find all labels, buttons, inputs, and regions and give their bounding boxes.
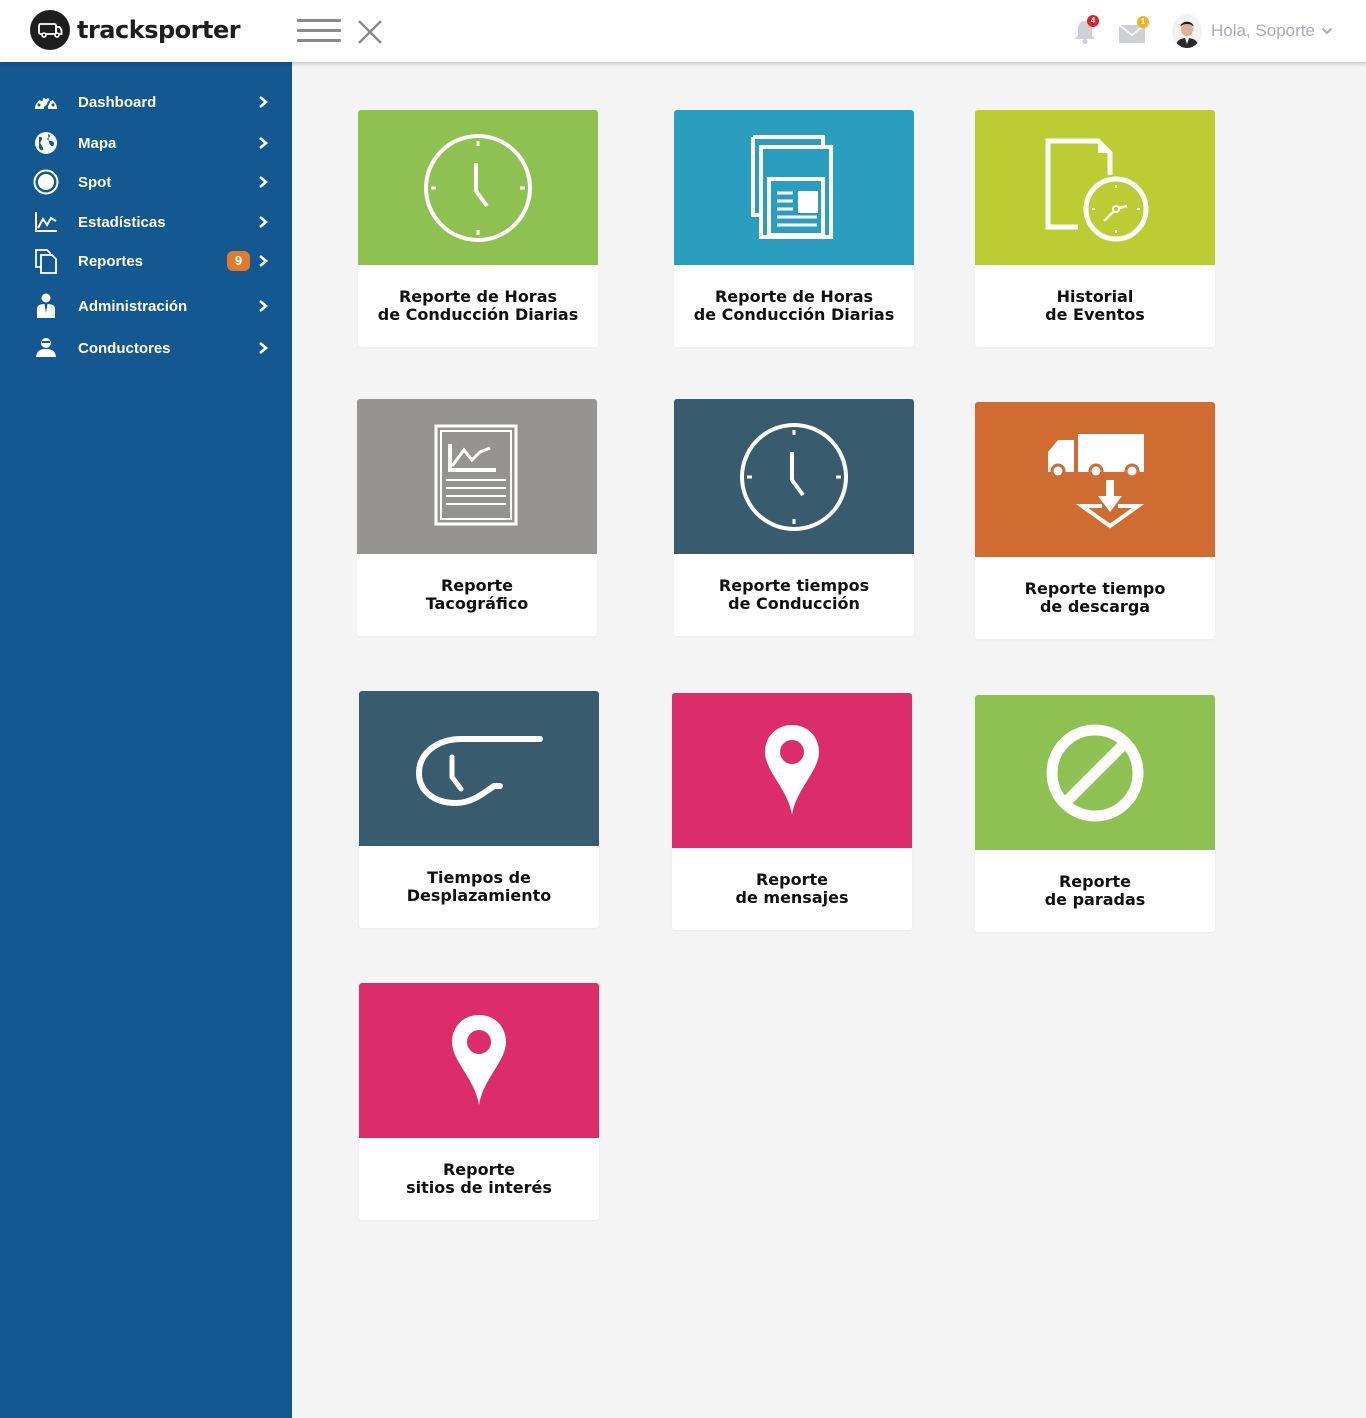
- chevron-right-icon: [259, 216, 269, 228]
- card-reporte-horas-conduccion-diarias[interactable]: Reporte de Horas de Conducción Diarias: [358, 110, 598, 347]
- sidebar-item-label: Administración: [78, 297, 188, 315]
- chevron-right-icon: [259, 300, 269, 312]
- card-title: Reporte de Horas de Conducción Diarias: [377, 287, 579, 324]
- card-title: Reporte sitios de interés: [406, 1160, 552, 1197]
- card-title: Reporte de paradas: [1044, 872, 1146, 909]
- report-chart-icon: [434, 424, 518, 525]
- no-entry-icon: [1046, 724, 1144, 821]
- user-avatar: [1172, 14, 1202, 48]
- sidebar-item-label: Spot: [78, 173, 112, 191]
- sidebar-item-label: Mapa: [78, 134, 117, 152]
- truck-download-icon: [1048, 433, 1145, 528]
- card-historial-eventos[interactable]: Historial de Eventos: [975, 110, 1215, 347]
- card-title: Reporte tiempos de Conducción: [718, 576, 870, 613]
- sidebar-item-conductores[interactable]: Conductores: [0, 330, 292, 366]
- top-header: tracksporter 4 1 Hola, Soporte: [0, 0, 1366, 62]
- card-reporte-tiempos-conduccion[interactable]: Reporte tiempos de Conducción: [674, 399, 914, 636]
- documents-icon: [751, 134, 833, 239]
- card-reporte-tiempo-descarga[interactable]: Reporte tiempo de descarga: [975, 402, 1215, 639]
- sidebar-item-label: Conductores: [78, 339, 171, 357]
- card-reporte-horas-conduccion-diarias-2[interactable]: Reporte de Horas de Conducción Diarias: [674, 110, 914, 347]
- card-title: Historial de Eventos: [1045, 287, 1145, 324]
- card-header: [975, 695, 1215, 850]
- sidebar-item-estadisticas[interactable]: Estadísticas: [0, 204, 292, 240]
- dashboard-gauge-icon: [33, 89, 59, 115]
- sidebar-item-reportes[interactable]: Reportes 9: [0, 243, 292, 279]
- chevron-right-icon: [259, 255, 269, 267]
- sidebar-item-label: Estadísticas: [78, 213, 166, 231]
- card-header: [674, 110, 914, 265]
- brand-name: tracksporter: [77, 16, 241, 44]
- user-menu[interactable]: Hola, Soporte: [1172, 14, 1333, 48]
- messages-envelope-icon[interactable]: 1: [1118, 16, 1149, 45]
- card-header: [975, 402, 1215, 557]
- sidebar-item-administracion[interactable]: Administración: [0, 288, 292, 324]
- travel-time-icon: [415, 735, 543, 806]
- card-tiempos-desplazamiento[interactable]: Tiempos de Desplazamiento: [359, 691, 599, 928]
- card-header: [359, 691, 599, 846]
- admin-user-icon: [33, 293, 59, 319]
- card-header: [357, 399, 597, 554]
- sidebar-item-label: Reportes: [78, 252, 144, 270]
- map-pin-icon: [765, 725, 819, 815]
- reportes-count-badge: 9: [227, 251, 250, 271]
- chart-line-icon: [33, 209, 59, 235]
- card-reporte-mensajes[interactable]: Reporte de mensajes: [672, 693, 912, 930]
- clock-icon: [740, 422, 848, 531]
- card-title: Reporte de Horas de Conducción Diarias: [693, 287, 895, 324]
- card-title: Reporte de mensajes: [735, 870, 849, 907]
- sidebar-item-dashboard[interactable]: Dashboard: [0, 84, 292, 120]
- truck-logo-icon: [30, 10, 70, 50]
- map-pin-icon: [452, 1015, 506, 1105]
- card-title: Reporte Tacográfico: [425, 576, 529, 613]
- sidebar-item-mapa[interactable]: Mapa: [0, 125, 292, 161]
- card-header: [359, 983, 599, 1138]
- card-header: [672, 693, 912, 848]
- messages-badge: 1: [1137, 16, 1149, 28]
- documents-icon: [33, 248, 59, 274]
- globe-icon: [33, 130, 59, 156]
- sidebar-item-label: Dashboard: [78, 93, 157, 111]
- sidebar-item-spot[interactable]: Spot: [0, 164, 292, 200]
- chevron-down-icon: [1321, 27, 1333, 35]
- clock-icon: [424, 133, 532, 242]
- chevron-right-icon: [259, 96, 269, 108]
- sidebar: Dashboard Mapa Spot Estadísticas Reporte…: [0, 62, 292, 1418]
- user-greeting: Hola, Soporte: [1211, 21, 1315, 40]
- chevron-right-icon: [259, 137, 269, 149]
- card-reporte-tacografico[interactable]: Reporte Tacográfico: [357, 399, 597, 636]
- brand-logo[interactable]: tracksporter: [30, 10, 241, 50]
- chevron-right-icon: [259, 176, 269, 188]
- card-title: Reporte tiempo de descarga: [1024, 579, 1166, 616]
- spot-circle-icon: [33, 169, 59, 195]
- chevron-right-icon: [259, 342, 269, 354]
- drivers-icon: [33, 335, 59, 361]
- card-header: [975, 110, 1215, 265]
- card-reporte-paradas[interactable]: Reporte de paradas: [975, 695, 1215, 932]
- card-header: [674, 399, 914, 554]
- card-reporte-sitios-interes[interactable]: Reporte sitios de interés: [359, 983, 599, 1220]
- close-icon[interactable]: [356, 18, 384, 46]
- card-header: [358, 110, 598, 265]
- file-clock-icon: [1045, 138, 1149, 241]
- notifications-bell-icon[interactable]: 4: [1073, 15, 1099, 45]
- notifications-badge: 4: [1087, 15, 1099, 27]
- card-title: Tiempos de Desplazamiento: [406, 868, 552, 905]
- menu-toggle-icon[interactable]: [297, 19, 341, 45]
